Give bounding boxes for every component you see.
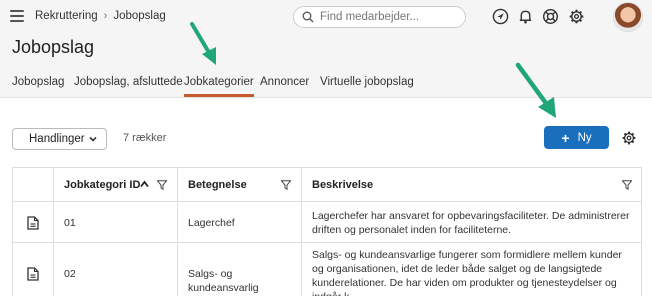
actions-dropdown[interactable]: Handlinger — [12, 128, 107, 150]
breadcrumb: Rekruttering › Jobopslag — [35, 10, 166, 22]
header-icon-column — [13, 168, 53, 202]
search-icon — [302, 11, 314, 23]
annotation-arrow-icon — [515, 62, 556, 118]
filter-icon[interactable] — [157, 180, 167, 190]
menu-icon[interactable] — [10, 10, 24, 22]
filter-icon[interactable] — [281, 180, 291, 190]
tab-annoncer[interactable]: Annoncer — [260, 74, 309, 97]
top-bar: Rekruttering › Jobopslag — [0, 0, 652, 34]
column-header-beskrivelse[interactable]: Beskrivelse — [301, 168, 641, 202]
column-header-betegnelse[interactable]: Betegnelse — [177, 168, 301, 202]
filter-icon[interactable] — [622, 180, 632, 190]
row-document-cell[interactable] — [13, 244, 53, 296]
annotation-arrow-icon — [190, 22, 216, 65]
table-header: Jobkategori ID Betegnelse Beskrivelse — [13, 168, 641, 202]
column-header-jobkategori-id[interactable]: Jobkategori ID — [53, 168, 177, 202]
help-lifebuoy-icon[interactable] — [542, 8, 559, 25]
gear-icon[interactable] — [568, 8, 585, 25]
row-document-cell[interactable] — [13, 203, 53, 242]
search-input[interactable] — [320, 11, 460, 23]
page-title: Jobopslag — [12, 37, 95, 57]
tab-virtuelle-jobopslag[interactable]: Virtuelle jobopslag — [320, 74, 414, 97]
bell-icon[interactable] — [517, 8, 534, 25]
chevron-down-icon — [89, 136, 97, 142]
row-count: 7 rækker — [123, 132, 167, 144]
cell-betegnelse: Lagerchef — [177, 203, 301, 242]
cell-beskrivelse: Lagerchefer har ansvaret for opbevarings… — [301, 203, 641, 242]
table-row[interactable]: 01 Lagerchef Lagerchefer har ansvaret fo… — [13, 203, 641, 243]
navigation-compass-icon[interactable] — [492, 8, 509, 25]
tab-jobopslag-afsluttede[interactable]: Jobopslag, afsluttede — [74, 74, 183, 97]
tab-jobopslag[interactable]: Jobopslag — [12, 74, 64, 97]
document-icon[interactable] — [27, 215, 39, 230]
document-icon[interactable] — [27, 267, 39, 281]
breadcrumb-item-rekruttering[interactable]: Rekruttering — [35, 10, 98, 22]
cell-jobkategori-id: 02 — [53, 244, 177, 296]
new-button[interactable]: + Ny — [544, 126, 609, 149]
column-header-label: Jobkategori ID — [64, 179, 141, 191]
tab-jobkategorier[interactable]: Jobkategorier — [184, 74, 254, 97]
user-avatar[interactable] — [613, 2, 643, 32]
column-header-label: Beskrivelse — [312, 179, 374, 191]
search-box[interactable] — [293, 6, 466, 28]
plus-icon: + — [561, 129, 570, 146]
job-categories-table: Jobkategori ID Betegnelse Beskrivelse 01… — [12, 167, 642, 296]
actions-label: Handlinger — [29, 133, 85, 145]
cell-betegnelse: Salgs- og kundeansvarlig — [177, 244, 301, 296]
cell-jobkategori-id: 01 — [53, 203, 177, 242]
breadcrumb-separator: › — [103, 10, 108, 22]
sort-ascending-icon[interactable] — [140, 180, 149, 188]
new-button-label: Ny — [577, 131, 592, 144]
table-settings-gear-icon[interactable] — [621, 130, 637, 146]
column-header-label: Betegnelse — [188, 179, 247, 191]
breadcrumb-item-jobopslag[interactable]: Jobopslag — [113, 10, 165, 22]
cell-beskrivelse: Salgs- og kundeansvarlige fungerer som f… — [301, 244, 641, 296]
table-row[interactable]: 02 Salgs- og kundeansvarlig Salgs- og ku… — [13, 244, 641, 296]
